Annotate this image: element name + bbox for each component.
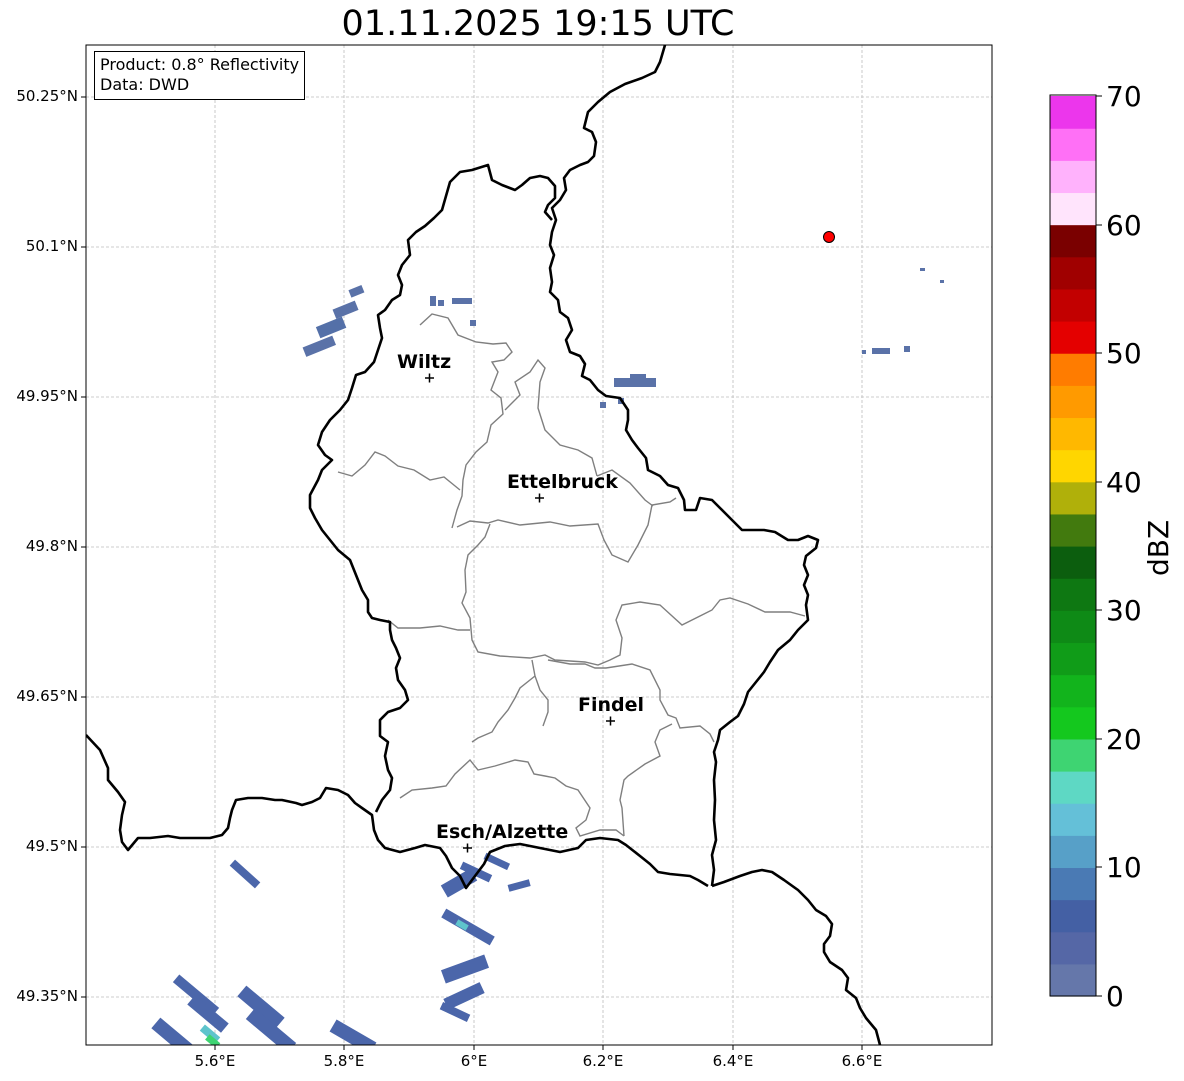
colorbar-segment [1050,642,1096,676]
lat-label: 50.1°N [25,237,78,255]
city-label-esch-alzette: Esch/Alzette [436,821,569,843]
colorbar-segment [1050,160,1096,194]
colorbar-segment [1050,803,1096,836]
city-markers [425,373,615,853]
colorbar-segment [1050,96,1096,129]
colorbar-segment [1050,128,1096,161]
lat-label: 49.5°N [25,837,78,855]
colorbar-segment [1050,578,1096,611]
lon-label: 6.6°E [841,1052,883,1070]
radar-echoes [302,284,365,357]
lon-label: 6.4°E [712,1052,754,1070]
data-source-label: Data: DWD [100,75,190,94]
lat-label: 49.65°N [16,687,78,705]
colorbar-tick: 10 [1106,851,1142,884]
colorbar-label: dBZ [1142,519,1175,576]
colorbar-segment [1050,771,1096,804]
colorbar-segment [1050,353,1096,386]
colorbar-tick: 70 [1106,80,1142,113]
lon-label: 6.2°E [582,1052,624,1070]
city-label-wiltz: Wiltz [397,351,452,373]
colorbar-tick: 50 [1106,337,1142,370]
colorbar-segment [1050,963,1096,997]
colorbar-tick: 40 [1106,466,1142,499]
colorbar-segment [1050,449,1096,483]
colorbar-segment [1050,321,1096,354]
product-label: Product: 0.8° Reflectivity [100,55,300,74]
colorbar-segment [1050,288,1096,322]
colorbar-segment [1050,899,1096,933]
product-info-box: Product: 0.8° Reflectivity Data: DWD [94,51,306,100]
colorbar-segment [1050,513,1096,547]
city-label-ettelbruck: Ettelbruck [507,471,618,493]
lon-gridlines [214,45,863,1045]
lon-label: 6°E [460,1052,488,1070]
colorbar-segment [1050,931,1096,965]
city-label-findel: Findel [578,694,645,716]
colorbar-segment [1050,192,1096,226]
map-frame [85,44,993,1046]
colorbar-segment [1050,706,1096,740]
colorbar-segment [1050,385,1096,419]
country-borders [86,45,882,1045]
colorbar-segment [1050,738,1096,772]
colorbar-tick: 60 [1106,209,1142,242]
lat-label: 50.25°N [16,87,78,105]
colorbar-segment [1050,835,1096,869]
colorbar [1050,96,1096,997]
colorbar-segment [1050,256,1096,290]
colorbar-segment [1050,546,1096,579]
radar-site-marker [823,231,835,243]
colorbar-tick: 0 [1106,980,1124,1013]
lon-label: 5.8°E [323,1052,365,1070]
lon-label: 5.6°E [194,1052,236,1070]
colorbar-segment [1050,417,1096,451]
colorbar-tick: 30 [1106,594,1142,627]
colorbar-segment [1050,610,1096,644]
lat-label: 49.35°N [16,987,78,1005]
lat-label: 49.95°N [16,387,78,405]
radar-echoes [430,268,944,408]
canton-boundaries [337,313,806,837]
colorbar-segment [1050,481,1096,515]
colorbar-segment [1050,867,1096,901]
colorbar-segment [1050,224,1096,258]
lat-label: 49.8°N [25,537,78,555]
colorbar-tick: 20 [1106,723,1142,756]
lat-gridlines [86,96,992,998]
colorbar-segment [1050,674,1096,708]
radar-map [81,44,1102,1050]
